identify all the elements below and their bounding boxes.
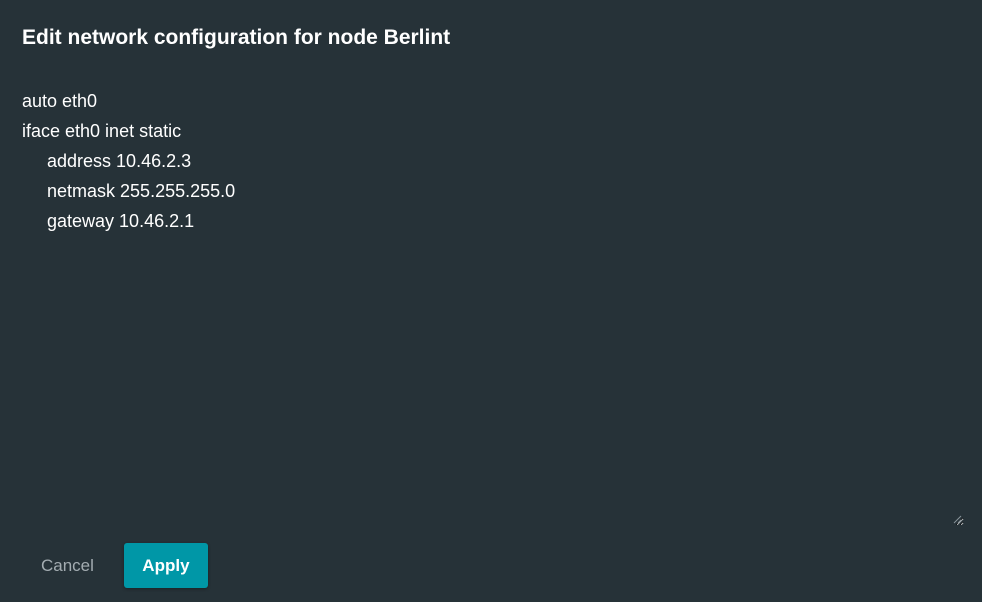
edit-network-dialog: Edit network configuration for node Berl… — [0, 0, 982, 602]
cancel-button[interactable]: Cancel — [22, 543, 113, 588]
resize-grip-icon[interactable] — [952, 514, 962, 524]
dialog-title: Edit network configuration for node Berl… — [22, 26, 451, 49]
apply-button[interactable]: Apply — [123, 543, 208, 588]
dialog-actions: Cancel Apply — [22, 543, 208, 588]
network-config-textarea[interactable]: auto eth0 iface eth0 inet static address… — [22, 86, 964, 526]
